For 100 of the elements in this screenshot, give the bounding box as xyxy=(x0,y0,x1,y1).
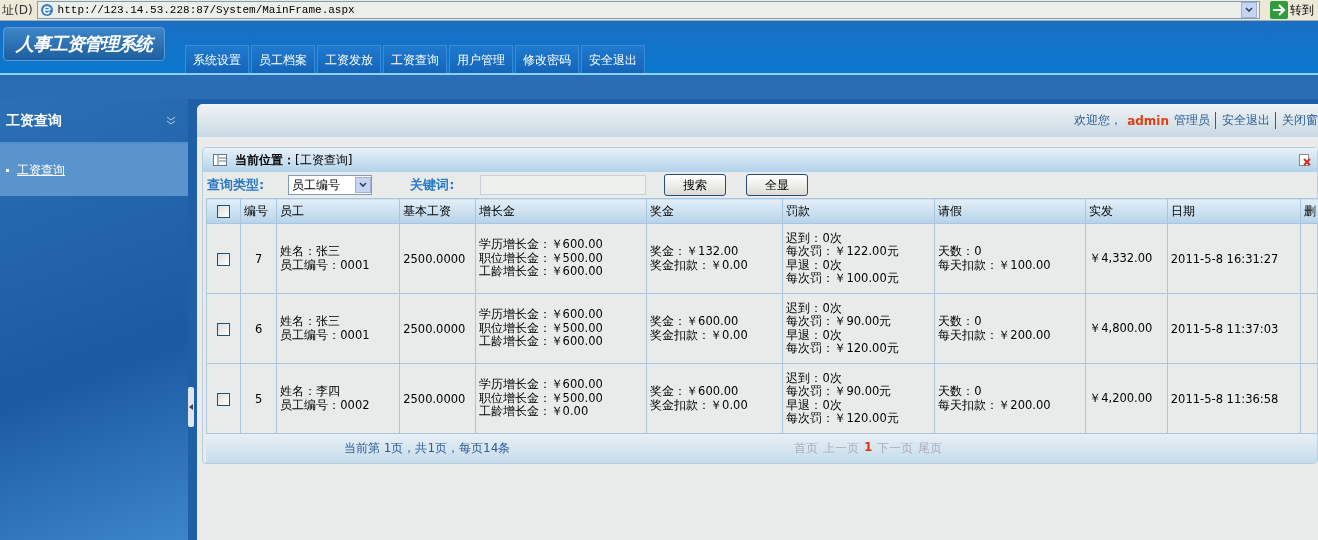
leave-line: 每天扣款：￥200.00 xyxy=(938,398,1052,412)
column-header: 员工 xyxy=(276,198,400,224)
user-role: 管理员 xyxy=(1174,112,1210,129)
page-summary: 当前第 1页，共1页，每页14条 xyxy=(344,441,511,455)
employee-info: 员工编号：0001 xyxy=(280,328,371,342)
raise-line: 工龄增长金：￥600.00 xyxy=(478,335,604,349)
chevron-icon[interactable] xyxy=(166,115,176,126)
bonus-line: 奖金扣款：￥0.00 xyxy=(650,258,749,272)
base-salary: 2500.0000 xyxy=(403,391,466,406)
raise-line: 学历增长金：￥600.00 xyxy=(478,238,604,252)
row-number: 5 xyxy=(255,391,263,406)
nav-tab[interactable]: 安全退出 xyxy=(581,45,645,73)
browser-icon xyxy=(39,3,54,17)
fine-line: 每次罚：￥122.00元 xyxy=(786,245,900,259)
fine-line: 每次罚：￥90.00元 xyxy=(786,315,893,329)
employee-info: 姓名：张三 xyxy=(280,245,342,259)
fine-line: 早退：0次 xyxy=(786,398,843,412)
leave-line: 每天扣款：￥100.00 xyxy=(938,258,1052,272)
location-text: [工资查询] xyxy=(295,152,353,167)
leave-line: 天数：0 xyxy=(938,315,983,329)
dropdown-icon[interactable] xyxy=(1241,2,1257,18)
bonus-line: 奖金：￥600.00 xyxy=(650,315,740,329)
net-pay: ￥4,332.00 xyxy=(1089,251,1153,265)
nav-tab[interactable]: 用户管理 xyxy=(449,45,513,73)
table-icon xyxy=(213,154,227,166)
close-icon[interactable] xyxy=(1299,154,1311,166)
fine-line: 每次罚：￥90.00元 xyxy=(786,385,893,399)
fine-line: 每次罚：￥120.00元 xyxy=(786,412,900,426)
bonus-line: 奖金：￥132.00 xyxy=(650,245,740,259)
welcome-text: 欢迎您， xyxy=(1074,112,1123,129)
user-name: admin xyxy=(1127,113,1169,128)
row-checkbox[interactable] xyxy=(217,322,231,336)
leave-line: 天数：0 xyxy=(938,385,983,399)
date-cell: 2011-5-8 11:36:58 xyxy=(1170,391,1279,406)
arrow-icon xyxy=(1270,1,1288,19)
dropdown-icon[interactable] xyxy=(355,177,372,193)
bullet-icon xyxy=(6,168,9,172)
column-header: 请假 xyxy=(934,198,1086,224)
pager-link[interactable]: 1 xyxy=(864,440,873,457)
app-logo: 人事工资管理系统 xyxy=(3,27,165,61)
nav-tab[interactable]: 员工档案 xyxy=(251,45,315,73)
search-type-label: 查询类型: xyxy=(207,176,265,194)
raise-line: 职位增长金：￥500.00 xyxy=(478,321,604,335)
date-cell: 2011-5-8 11:37:03 xyxy=(1170,321,1279,336)
employee-info: 姓名：李四 xyxy=(280,385,342,399)
collapse-handle[interactable] xyxy=(188,387,194,427)
column-header: 日期 xyxy=(1167,198,1301,224)
fine-line: 每次罚：￥100.00元 xyxy=(786,272,900,286)
search-button[interactable]: 全显 xyxy=(746,174,809,196)
location-label: 当前位置： xyxy=(235,152,295,167)
employee-info: 员工编号：0001 xyxy=(280,258,371,272)
header-link[interactable]: 安全退出 xyxy=(1215,112,1270,129)
bonus-line: 奖金扣款：￥0.00 xyxy=(650,328,749,342)
raise-line: 学历增长金：￥600.00 xyxy=(478,308,604,322)
net-pay: ￥4,800.00 xyxy=(1089,321,1153,335)
bonus-line: 奖金扣款：￥0.00 xyxy=(650,398,749,412)
header-link[interactable]: 关闭窗 xyxy=(1275,112,1318,129)
raise-line: 职位增长金：￥500.00 xyxy=(478,251,604,265)
row-checkbox[interactable] xyxy=(217,392,231,406)
leave-line: 每天扣款：￥200.00 xyxy=(938,328,1052,342)
keyword-label: 关键词: xyxy=(410,176,455,194)
column-header: 罚款 xyxy=(782,198,935,224)
leave-line: 天数：0 xyxy=(938,245,983,259)
address-field[interactable]: http://123.14.53.228:87/System/MainFrame.aspx xyxy=(36,1,1260,19)
column-header: 基本工资 xyxy=(399,198,476,224)
search-type-select[interactable]: 员工编号 xyxy=(288,175,373,195)
raise-line: 职位增长金：￥500.00 xyxy=(478,391,604,405)
employee-info: 员工编号：0002 xyxy=(280,398,371,412)
address-label: 址(D) xyxy=(2,1,33,19)
fine-line: 迟到：0次 xyxy=(786,301,843,315)
row-number: 6 xyxy=(255,321,263,336)
select-all-checkbox[interactable] xyxy=(217,205,231,218)
fine-line: 早退：0次 xyxy=(786,328,843,342)
fine-line: 迟到：0次 xyxy=(786,231,843,245)
base-salary: 2500.0000 xyxy=(403,251,466,266)
nav-tab[interactable]: 修改密码 xyxy=(515,45,579,73)
row-number: 7 xyxy=(255,251,263,266)
row-checkbox[interactable] xyxy=(217,252,231,266)
sidebar-title: 工资查询 xyxy=(6,111,62,130)
nav-tab[interactable]: 系统设置 xyxy=(185,45,249,73)
nav-tab[interactable]: 工资发放 xyxy=(317,45,381,73)
fine-line: 迟到：0次 xyxy=(786,371,843,385)
column-header: 编号 xyxy=(240,198,277,224)
column-header: 实发 xyxy=(1085,198,1168,224)
raise-line: 工龄增长金：￥600.00 xyxy=(478,265,604,279)
base-salary: 2500.0000 xyxy=(403,321,466,336)
employee-info: 姓名：张三 xyxy=(280,315,342,329)
go-button[interactable]: 转到 xyxy=(1264,0,1318,20)
net-pay: ￥4,200.00 xyxy=(1089,391,1153,405)
fine-line: 每次罚：￥120.00元 xyxy=(786,342,900,356)
bonus-line: 奖金：￥600.00 xyxy=(650,385,740,399)
date-cell: 2011-5-8 16:31:27 xyxy=(1170,251,1279,266)
raise-line: 学历增长金：￥600.00 xyxy=(478,378,604,392)
nav-tab[interactable]: 工资查询 xyxy=(383,45,447,73)
keyword-field[interactable] xyxy=(480,175,647,195)
column-header: 增长金 xyxy=(475,198,647,224)
fine-line: 早退：0次 xyxy=(786,258,843,272)
raise-line: 工龄增长金：￥0.00 xyxy=(478,405,590,419)
search-button[interactable]: 搜索 xyxy=(664,174,727,196)
sidebar-item[interactable]: 工资查询 xyxy=(0,144,188,196)
